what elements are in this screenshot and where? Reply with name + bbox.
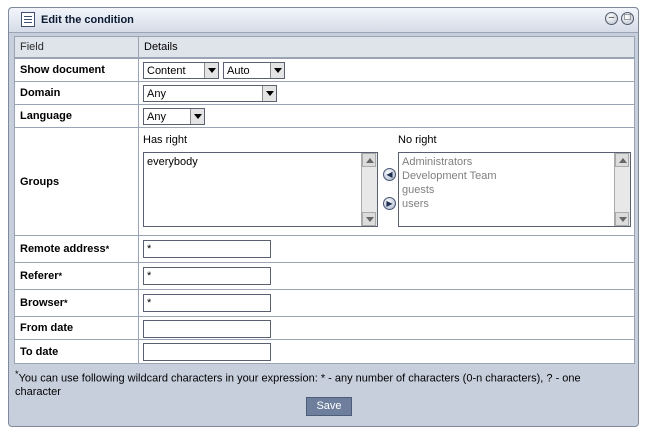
- chevron-down-icon: [270, 63, 284, 78]
- row-from-date: From date: [14, 316, 635, 340]
- remote-address-label: Remote address *: [15, 236, 139, 262]
- scrollbar[interactable]: [614, 153, 630, 226]
- chevron-down-icon: [262, 86, 276, 101]
- show-document-mode-select[interactable]: Auto: [223, 62, 285, 79]
- header-field: Field: [15, 37, 139, 57]
- language-select[interactable]: Any: [143, 108, 205, 125]
- scroll-up-icon[interactable]: [615, 153, 629, 167]
- has-right-label: Has right: [143, 134, 188, 146]
- document-list-icon: [21, 12, 35, 27]
- domain-select[interactable]: Any: [143, 85, 277, 102]
- edit-condition-panel: Edit the condition – □ Field Details Sho…: [8, 7, 639, 427]
- row-show-document: Show document Content Auto: [14, 58, 635, 82]
- chevron-down-icon: [204, 63, 218, 78]
- show-document-label: Show document: [15, 59, 139, 81]
- table-header: Field Details: [14, 36, 635, 58]
- scroll-up-icon[interactable]: [362, 153, 376, 167]
- from-date-label: From date: [15, 317, 139, 339]
- scrollbar[interactable]: [361, 153, 377, 226]
- no-right-label: No right: [398, 134, 437, 146]
- form-footer: *You can use following wildcard characte…: [14, 365, 635, 425]
- has-right-listbox[interactable]: everybody: [143, 152, 378, 227]
- wildcard-note: *You can use following wildcard characte…: [15, 369, 581, 398]
- maximize-icon[interactable]: □: [621, 12, 634, 25]
- list-item[interactable]: users: [399, 197, 630, 211]
- chevron-down-icon: [190, 109, 204, 124]
- title-bar: Edit the condition – □: [9, 8, 638, 33]
- show-document-type-select[interactable]: Content: [143, 62, 219, 79]
- row-domain: Domain Any: [14, 81, 635, 105]
- from-date-input[interactable]: [143, 320, 271, 338]
- groups-label: Groups: [15, 128, 139, 235]
- browser-input[interactable]: *: [143, 294, 271, 312]
- browser-label: Browser *: [15, 290, 139, 316]
- referer-label: Referer *: [15, 263, 139, 289]
- list-item[interactable]: guests: [399, 183, 630, 197]
- panel-title: Edit the condition: [41, 14, 134, 26]
- save-button[interactable]: Save: [306, 397, 352, 416]
- scroll-down-icon[interactable]: [615, 212, 629, 226]
- move-left-icon[interactable]: ◀: [383, 168, 396, 181]
- to-date-label: To date: [15, 340, 139, 363]
- domain-label: Domain: [15, 82, 139, 104]
- row-to-date: To date: [14, 339, 635, 364]
- row-language: Language Any: [14, 104, 635, 128]
- row-groups: Groups Has right No right everybody ◀ ▶ …: [14, 127, 635, 236]
- header-details: Details: [144, 41, 178, 53]
- to-date-input[interactable]: [143, 343, 271, 361]
- move-right-icon[interactable]: ▶: [383, 197, 396, 210]
- referer-input[interactable]: *: [143, 267, 271, 285]
- remote-address-input[interactable]: *: [143, 240, 271, 258]
- list-item[interactable]: Development Team: [399, 169, 630, 183]
- minimize-icon[interactable]: –: [605, 12, 618, 25]
- list-item[interactable]: everybody: [144, 155, 377, 169]
- language-label: Language: [15, 105, 139, 127]
- no-right-listbox[interactable]: Administrators Development Team guests user…: [398, 152, 631, 227]
- list-item[interactable]: Administrators: [399, 155, 630, 169]
- row-referer: Referer * *: [14, 262, 635, 290]
- scroll-down-icon[interactable]: [362, 212, 376, 226]
- row-remote-address: Remote address * *: [14, 235, 635, 263]
- row-browser: Browser * *: [14, 289, 635, 317]
